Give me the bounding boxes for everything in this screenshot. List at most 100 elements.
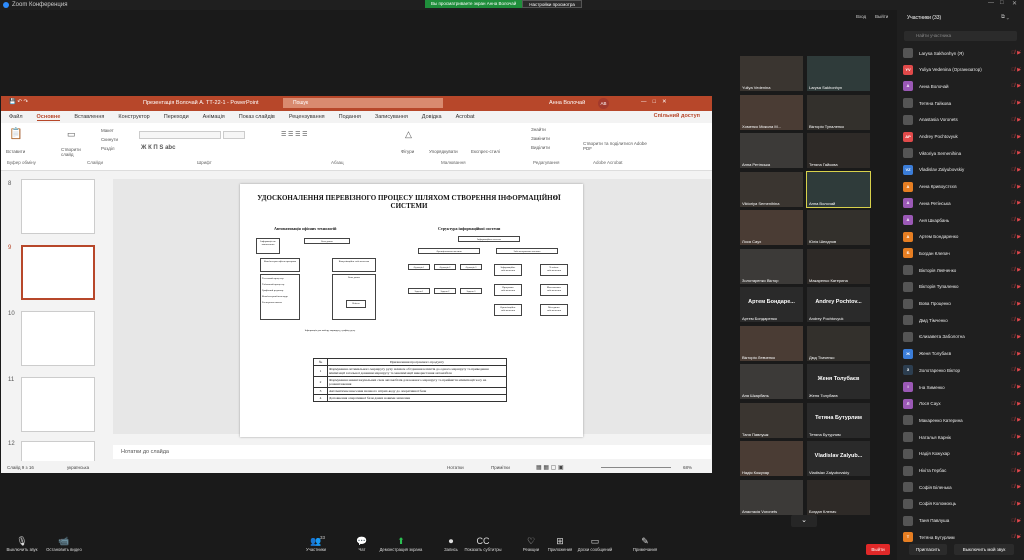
- video-tile[interactable]: Аня Шкарбань: [740, 364, 803, 399]
- mute-myself-button[interactable]: Выключить мой звук: [954, 544, 1014, 555]
- slide-thumbnail-selected[interactable]: [21, 245, 95, 300]
- video-tile[interactable]: Vladislav Zalyub... Vladislav Zalyubovski…: [807, 441, 870, 476]
- video-tile[interactable]: Анна Ретінська: [740, 133, 803, 168]
- font-family-select[interactable]: [139, 131, 221, 139]
- tab-file[interactable]: Файл: [9, 114, 23, 120]
- participant-row[interactable]: Таня Павлуша 🎙̸ ▶̸: [903, 514, 1021, 528]
- notes-toggle-button[interactable]: Нотатки: [447, 465, 464, 470]
- select-button[interactable]: Виділити: [531, 145, 550, 150]
- new-slide-button[interactable]: Створити слайд: [61, 147, 91, 157]
- ppt-search-input[interactable]: Пошук: [283, 98, 443, 108]
- participant-row[interactable]: З Золотаренко Віктор 🎙̸ ▶̸: [903, 363, 1021, 377]
- video-tile[interactable]: Артем Бондаре... Артем Бондаренко: [740, 287, 803, 322]
- video-tile[interactable]: Надія Кожухар: [740, 441, 803, 476]
- video-tile[interactable]: Хоменко Микола М...: [740, 94, 803, 130]
- exit-fullscreen-button[interactable]: Выйти: [875, 14, 888, 19]
- paste-button[interactable]: Вставити: [6, 149, 25, 154]
- video-tile[interactable]: Вікторія Тупаленко: [807, 94, 870, 130]
- participant-row[interactable]: Єлизавета Заболотна 🎙̸ ▶̸: [903, 330, 1021, 344]
- view-mode-icons[interactable]: ▦ ▦ ▢ ▣: [536, 464, 564, 471]
- tab-insert[interactable]: Вставлення: [74, 114, 104, 120]
- tab-design[interactable]: Конструктор: [118, 114, 149, 120]
- maximize-icon[interactable]: □: [1000, 0, 1004, 6]
- slide-thumbnail[interactable]: [21, 311, 95, 366]
- video-tile[interactable]: Анна Волочай: [806, 170, 871, 208]
- toolbar-button[interactable]: ✎ Примечания: [625, 533, 665, 560]
- participant-row[interactable]: А Анна Ретінська 🎙̸ ▶̸: [903, 196, 1021, 210]
- tab-acrobat[interactable]: Acrobat: [456, 114, 475, 120]
- slide-thumbnail[interactable]: [21, 377, 95, 432]
- tab-animations[interactable]: Анімація: [203, 114, 225, 120]
- slide-canvas[interactable]: УДОСКОНАЛЕННЯ ПЕРЕВІЗНОГО ПРОЦЕСУ ШЛЯХОМ…: [240, 184, 583, 437]
- tab-view[interactable]: Подання: [339, 114, 361, 120]
- comments-toggle-button[interactable]: Примітки: [491, 465, 510, 470]
- participant-row[interactable]: І Іна Хименко 🎙̸ ▶̸: [903, 380, 1021, 394]
- adobe-pdf-button[interactable]: Створити та поділитися Adobe PDF: [583, 141, 649, 151]
- participant-row[interactable]: Наталья Карнік 🎙̸ ▶̸: [903, 430, 1021, 444]
- participant-row[interactable]: Larysa Sakhonhyn (Я) 🎙̸ ▶̸: [903, 46, 1021, 60]
- participant-row[interactable]: Вова Проценко 🎙̸ ▶̸: [903, 297, 1021, 311]
- participant-row[interactable]: Anastasia Voronets 🎙̸ ▶̸: [903, 113, 1021, 127]
- video-tile[interactable]: Анастасія Voronets: [740, 479, 803, 515]
- participant-row[interactable]: Т Тетяна Бутурлим 🎙̸ ▶̸: [903, 530, 1021, 544]
- participant-row[interactable]: Вікторія Тупаленко 🎙̸ ▶̸: [903, 280, 1021, 294]
- participant-row[interactable]: Тетяна Гайкова 🎙̸ ▶̸: [903, 96, 1021, 110]
- toolbar-button[interactable]: ⊞ Приложения: [540, 533, 580, 560]
- gallery-next-page-button[interactable]: ⌄: [791, 515, 817, 527]
- autosave-icon[interactable]: 💾 ↶ ↷: [9, 99, 28, 105]
- participant-row[interactable]: Ж Женя Толубаєв 🎙̸ ▶̸: [903, 347, 1021, 361]
- toolbar-button[interactable]: 🎙 Выключить звук: [2, 533, 42, 560]
- section-button[interactable]: Розділ: [101, 146, 114, 151]
- participant-row[interactable]: Нікіта Гербас 🎙̸ ▶̸: [903, 464, 1021, 478]
- video-tile[interactable]: Женя Толубаєв Женя Толубаєв: [807, 364, 870, 399]
- panel-popout-icon[interactable]: ⧉ ⌄: [1001, 14, 1009, 21]
- invite-button[interactable]: Пригласить: [909, 544, 947, 555]
- find-button[interactable]: Знайти: [531, 127, 546, 132]
- participant-row[interactable]: Надія Кожухар 🎙̸ ▶̸: [903, 447, 1021, 461]
- video-tile[interactable]: Andrey Pochtov... Andrey Pochtovyuk: [807, 287, 870, 322]
- minimize-icon[interactable]: —: [988, 0, 994, 6]
- video-tile[interactable]: Вікторія Левченко: [740, 325, 803, 361]
- participant-row[interactable]: А Анна Волочай 🎙̸ ▶̸: [903, 79, 1021, 93]
- tab-record[interactable]: Записування: [375, 114, 408, 120]
- slide-thumbnail[interactable]: [21, 441, 95, 461]
- font-format-icons[interactable]: Ж К П S abc: [141, 145, 175, 151]
- participant-row[interactable]: Дмд Тімченко 🎙̸ ▶̸: [903, 313, 1021, 327]
- participant-row[interactable]: YV Yuliya Vedenina (Организатор) 🎙̸ ▶̸: [903, 63, 1021, 77]
- close-icon[interactable]: ✕: [1012, 0, 1017, 7]
- participant-row[interactable]: Макаренко Катерина 🎙̸ ▶̸: [903, 413, 1021, 427]
- participant-row[interactable]: AP Andrey Pochtovyuk 🎙̸ ▶̸: [903, 130, 1021, 144]
- video-tile[interactable]: Юлія Шеєдпов: [807, 210, 870, 245]
- participant-row[interactable]: Б Богдан Клепач 🎙̸ ▶̸: [903, 246, 1021, 260]
- toolbar-button[interactable]: CC Показать субтитры: [463, 533, 503, 560]
- toolbar-button[interactable]: 📹 Остановить видео: [44, 533, 84, 560]
- find-participant-input[interactable]: Найти участника: [904, 31, 1017, 41]
- tab-slideshow[interactable]: Показ слайдів: [239, 114, 275, 120]
- leave-button[interactable]: Выйти: [866, 544, 890, 555]
- zoom-slider[interactable]: [601, 467, 671, 468]
- shapes-icon[interactable]: △: [405, 129, 412, 140]
- video-tile[interactable]: Тетяна Гайкова: [807, 133, 870, 168]
- clipboard-icon[interactable]: 📋: [9, 127, 23, 140]
- toolbar-button[interactable]: ▭ Доски сообщений: [575, 533, 615, 560]
- participant-row[interactable]: Софія Коломоєць 🎙̸ ▶̸: [903, 497, 1021, 511]
- toolbar-button[interactable]: ⬆ Демонстрация экрана: [372, 533, 430, 560]
- tab-transitions[interactable]: Переходи: [164, 114, 189, 120]
- tab-review[interactable]: Рецензування: [289, 114, 325, 120]
- replace-button[interactable]: Замінити: [531, 136, 550, 141]
- view-options-button[interactable]: Настройки просмотра: [522, 0, 582, 8]
- notes-input[interactable]: Нотатки до слайда: [113, 445, 711, 459]
- video-tile[interactable]: Larysa Sakhonhyn: [807, 56, 870, 91]
- participant-row[interactable]: Л Лося Саух 🎙̸ ▶̸: [903, 397, 1021, 411]
- ppt-user-avatar[interactable]: АВ: [598, 98, 609, 109]
- participant-row[interactable]: А Анна Кривоустєєв 🎙̸ ▶̸: [903, 180, 1021, 194]
- paragraph-icons[interactable]: ☰ ☰ ☰ ☰: [281, 131, 308, 138]
- shapes-button[interactable]: Фігури: [401, 149, 414, 154]
- view-button[interactable]: Вход: [856, 14, 866, 19]
- video-tile[interactable]: Таня Павлушк: [740, 402, 803, 438]
- video-tile[interactable]: Золотаренко Віктор: [740, 248, 803, 284]
- video-tile[interactable]: Yuliya Vedenina: [740, 56, 803, 91]
- participant-row[interactable]: Вікторія Левченко 🎙̸ ▶̸: [903, 263, 1021, 277]
- quick-styles-button[interactable]: Експрес-стилі: [471, 149, 500, 154]
- slide-thumbnail[interactable]: [21, 179, 95, 234]
